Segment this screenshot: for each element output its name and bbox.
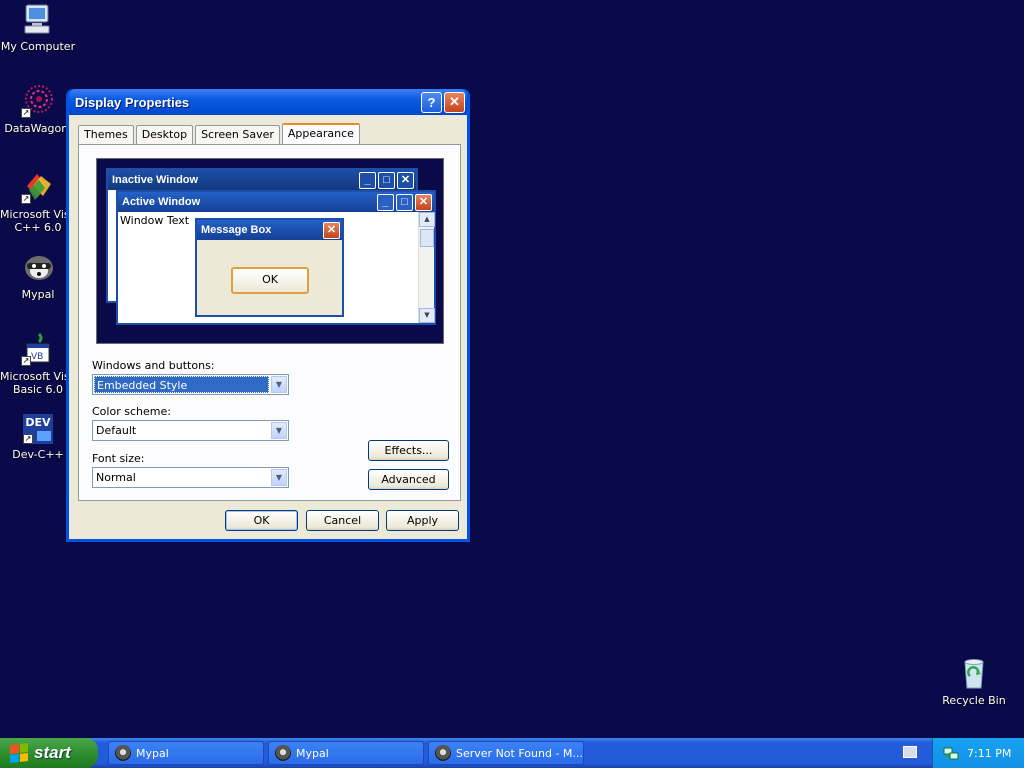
visual-basic-icon: VB ↗: [21, 332, 55, 366]
desktop-icon-mypal[interactable]: Mypal: [0, 250, 76, 301]
message-box-title: Message Box: [201, 224, 272, 236]
shortcut-arrow-icon: ↗: [23, 434, 33, 444]
close-button[interactable]: ✕: [444, 91, 465, 113]
mypal-icon: [21, 250, 55, 284]
shortcut-arrow-icon: ↗: [21, 108, 31, 118]
visual-cpp-icon: ↗: [21, 170, 55, 204]
close-icon: ✕: [397, 171, 414, 189]
taskbar-item-label: Mypal: [296, 746, 329, 760]
tab-themes[interactable]: Themes: [78, 125, 134, 144]
minimize-icon: _: [377, 193, 394, 211]
start-label: start: [34, 743, 71, 762]
message-box-titlebar: Message Box ✕: [197, 220, 342, 240]
preview-scrollbar: ▲ ▼: [418, 212, 435, 323]
taskbar-item-label: Mypal: [136, 746, 169, 760]
taskbar-item-server-not-found[interactable]: Server Not Found - M...: [428, 741, 584, 765]
help-button[interactable]: ?: [421, 91, 442, 113]
color-scheme-label: Color scheme:: [92, 405, 171, 418]
desktop-icon-label: Mypal: [21, 288, 55, 301]
appearance-preview: Inactive Window _ □ ✕ Active Window _ □ …: [96, 158, 444, 344]
windows-buttons-select[interactable]: Embedded Style ▼: [92, 374, 289, 395]
scroll-down-icon: ▼: [419, 308, 435, 323]
maximize-icon: □: [378, 171, 395, 189]
tab-screen-saver[interactable]: Screen Saver: [195, 125, 280, 144]
clock[interactable]: 7:11 PM: [967, 747, 1011, 760]
font-size-label: Font size:: [92, 452, 145, 465]
scroll-thumb: [420, 229, 434, 247]
taskbar: start Mypal Mypal Server Not Found - M..…: [0, 738, 1024, 768]
datawagon-icon: ↗: [21, 84, 55, 118]
desktop-icon-visual-cpp[interactable]: ↗ Microsoft Visu C++ 6.0: [0, 170, 76, 234]
font-size-value: Normal: [96, 471, 136, 484]
dialog-title: Display Properties: [75, 94, 190, 110]
preview-active-titlebar: Active Window _ □ ✕: [118, 192, 434, 212]
tab-appearance[interactable]: Appearance: [281, 123, 360, 144]
desktop-icon-my-computer[interactable]: My Computer: [0, 2, 76, 53]
preview-message-box: Message Box ✕ OK: [195, 218, 344, 317]
color-scheme-select[interactable]: Default ▼: [92, 420, 289, 441]
chevron-down-icon[interactable]: ▼: [271, 376, 287, 393]
chevron-down-icon[interactable]: ▼: [271, 469, 287, 486]
close-icon: ✕: [449, 94, 460, 109]
apply-button[interactable]: Apply: [386, 510, 459, 531]
shortcut-arrow-icon: ↗: [21, 356, 31, 366]
minimize-icon: _: [359, 171, 376, 189]
mypal-icon: [115, 745, 131, 761]
preview-inactive-titlebar: Inactive Window _ □ ✕: [108, 170, 416, 190]
desktop-icon-label: Recycle Bin: [942, 694, 1006, 707]
taskbar-item-label: Server Not Found - M...: [456, 746, 583, 760]
dialog-body: Themes Desktop Screen Saver Appearance I…: [69, 115, 467, 539]
shortcut-arrow-icon: ↗: [21, 194, 31, 204]
tab-strip: Themes Desktop Screen Saver Appearance: [78, 123, 362, 144]
dialog-titlebar[interactable]: Display Properties ? ✕: [69, 89, 467, 115]
windows-buttons-label: Windows and buttons:: [92, 359, 215, 372]
desktop-icon-recycle-bin[interactable]: Recycle Bin: [936, 656, 1012, 707]
close-icon: ✕: [323, 221, 340, 239]
keyboard-icon[interactable]: [903, 746, 917, 758]
ok-button[interactable]: OK: [225, 510, 298, 531]
system-tray: 7:11 PM: [932, 738, 1024, 768]
display-properties-dialog: Display Properties ? ✕ Themes Desktop Sc…: [66, 89, 470, 542]
windows-buttons-value: Embedded Style: [94, 376, 269, 393]
message-box-ok-button: OK: [231, 267, 309, 294]
desktop-icon-datawagon[interactable]: ↗ DataWagon.: [0, 84, 76, 135]
taskbar-item-mypal-1[interactable]: Mypal: [108, 741, 264, 765]
desktop-icon-label: My Computer: [0, 40, 76, 53]
chevron-down-icon[interactable]: ▼: [271, 422, 287, 439]
color-scheme-value: Default: [96, 424, 137, 437]
font-size-select[interactable]: Normal ▼: [92, 467, 289, 488]
network-icon[interactable]: [943, 745, 959, 761]
desktop-icon-visual-basic[interactable]: VB ↗ Microsoft Visu Basic 6.0: [0, 332, 76, 396]
tab-desktop[interactable]: Desktop: [135, 125, 194, 144]
mypal-icon: [435, 745, 451, 761]
maximize-icon: □: [396, 193, 413, 211]
mypal-icon: [275, 745, 291, 761]
desktop-icon-label-line2: Basic 6.0: [12, 383, 64, 396]
close-icon: ✕: [415, 193, 432, 211]
desktop-icon-label: DataWagon.: [4, 122, 72, 135]
computer-icon: [21, 2, 55, 36]
taskbar-item-mypal-2[interactable]: Mypal: [268, 741, 424, 765]
desktop-icon-label: Dev-C++: [12, 448, 64, 461]
preview-active-title: Active Window: [122, 196, 201, 208]
scroll-up-icon: ▲: [419, 212, 435, 227]
preview-inactive-title: Inactive Window: [112, 174, 199, 186]
windows-flag-icon: [10, 743, 28, 763]
desktop-icon-label: Microsoft Visu: [0, 208, 76, 221]
advanced-button[interactable]: Advanced: [368, 469, 449, 490]
help-icon: ?: [427, 94, 436, 110]
desktop-icon-label-line2: C++ 6.0: [14, 221, 62, 234]
appearance-tab-panel: Inactive Window _ □ ✕ Active Window _ □ …: [78, 144, 461, 501]
recycle-bin-icon: [957, 656, 991, 690]
start-button[interactable]: start: [0, 738, 98, 768]
desktop-icon-dev-cpp[interactable]: DEV ↗ Dev-C++: [0, 414, 76, 461]
svg-text:VB: VB: [31, 352, 43, 362]
dev-badge-text: DEV: [25, 416, 51, 429]
dev-cpp-icon: DEV ↗: [23, 414, 53, 444]
effects-button[interactable]: Effects...: [368, 440, 449, 461]
cancel-button[interactable]: Cancel: [306, 510, 379, 531]
desktop-icon-label: Microsoft Visu: [0, 370, 76, 383]
